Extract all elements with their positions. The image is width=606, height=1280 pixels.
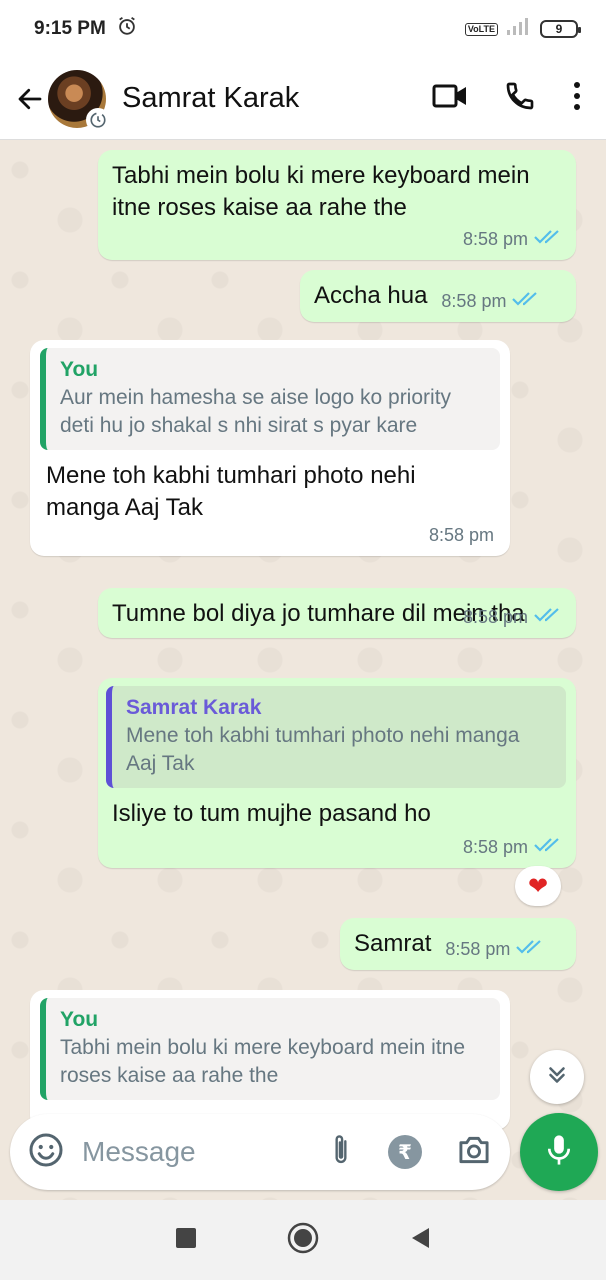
- read-ticks-icon: [534, 836, 562, 858]
- scroll-down-button[interactable]: [530, 1050, 584, 1104]
- message-time: 8:58 pm: [462, 837, 528, 857]
- message-time: 8:58 pm: [441, 291, 507, 311]
- quoted-author: You: [60, 358, 99, 381]
- disappearing-timer-icon: [86, 107, 110, 132]
- more-vert-icon[interactable]: [572, 81, 582, 116]
- composer-actions: ₹: [328, 1132, 492, 1173]
- read-ticks-icon: [512, 290, 540, 312]
- message-incoming[interactable]: You Aur mein hamesha se aise logo ko pri…: [30, 340, 510, 556]
- status-right: VoLTE 9: [464, 16, 581, 42]
- nav-recents-icon[interactable]: [175, 1227, 197, 1254]
- camera-icon[interactable]: [456, 1134, 492, 1171]
- battery-level: 9: [555, 22, 563, 36]
- read-ticks-icon: [534, 228, 562, 250]
- message-input[interactable]: [82, 1136, 282, 1168]
- message-outgoing[interactable]: Samrat Karak Mene toh kabhi tumhari phot…: [98, 678, 576, 868]
- scroll-down-icon: [544, 1062, 570, 1093]
- video-call-icon[interactable]: [432, 82, 468, 115]
- message-outgoing[interactable]: Tabhi mein bolu ki mere keyboard mein it…: [98, 150, 576, 260]
- quoted-text: Aur mein hamesha se aise logo ko priorit…: [60, 386, 452, 437]
- read-ticks-icon: [534, 606, 562, 628]
- nav-home-icon[interactable]: [287, 1222, 319, 1259]
- volte-badge: VoLTE: [464, 22, 498, 36]
- message-time: 8:58 pm: [462, 607, 528, 627]
- mic-button[interactable]: [520, 1113, 598, 1191]
- quoted-author: Samrat Karak: [126, 696, 262, 719]
- read-ticks-icon: [516, 938, 544, 960]
- message-composer: ₹: [10, 1114, 510, 1190]
- alarm-icon: [116, 15, 138, 43]
- attach-icon[interactable]: [328, 1132, 354, 1173]
- message-text: Samrat: [354, 930, 432, 957]
- chat-header: Samrat Karak: [0, 58, 606, 140]
- message-text: Isliye to tum mujhe pasand ho: [112, 800, 431, 827]
- emoji-icon[interactable]: [28, 1132, 64, 1173]
- rupee-icon[interactable]: ₹: [388, 1135, 422, 1169]
- message-time: 8:58 pm: [462, 229, 528, 249]
- quoted-message[interactable]: You Tabhi mein bolu ki mere keyboard mei…: [40, 998, 500, 1100]
- quoted-author: You: [60, 1008, 99, 1031]
- status-time: 9:15 PM: [34, 18, 106, 39]
- message-incoming[interactable]: You Tabhi mein bolu ki mere keyboard mei…: [30, 990, 510, 1130]
- quoted-text: Tabhi mein bolu ki mere keyboard mein it…: [60, 1036, 466, 1087]
- chat-area[interactable]: Tabhi mein bolu ki mere keyboard mein it…: [0, 140, 606, 1200]
- nav-back-icon[interactable]: [409, 1226, 431, 1255]
- quoted-message[interactable]: You Aur mein hamesha se aise logo ko pri…: [40, 348, 500, 450]
- signal-icon: [506, 16, 532, 42]
- mic-icon: [544, 1133, 574, 1172]
- message-time: 8:58 pm: [428, 525, 494, 545]
- quoted-text: Mene toh kabhi tumhari photo nehi manga …: [126, 724, 520, 775]
- message-text: Mene toh kabhi tumhari photo nehi manga …: [46, 462, 416, 521]
- heart-reaction[interactable]: ❤: [515, 866, 561, 906]
- system-nav-bar: [0, 1200, 606, 1280]
- quoted-message[interactable]: Samrat Karak Mene toh kabhi tumhari phot…: [106, 686, 566, 788]
- avatar[interactable]: [48, 69, 110, 132]
- header-actions: [432, 80, 592, 117]
- message-outgoing[interactable]: Samrat 8:58 pm: [340, 918, 576, 970]
- battery-icon: 9: [540, 20, 581, 38]
- message-outgoing[interactable]: Tumne bol diya jo tumhare dil mein tha 8…: [98, 588, 576, 638]
- contact-name[interactable]: Samrat Karak: [122, 82, 299, 115]
- message-text: Tabhi mein bolu ki mere keyboard mein it…: [112, 162, 530, 221]
- message-text: Accha hua: [314, 282, 428, 309]
- status-bar: 9:15 PM VoLTE 9: [0, 0, 606, 58]
- message-outgoing[interactable]: Accha hua 8:58 pm: [300, 270, 576, 322]
- back-arrow-icon[interactable]: [14, 83, 46, 115]
- message-time: 8:58 pm: [445, 939, 511, 959]
- voice-call-icon[interactable]: [504, 80, 536, 117]
